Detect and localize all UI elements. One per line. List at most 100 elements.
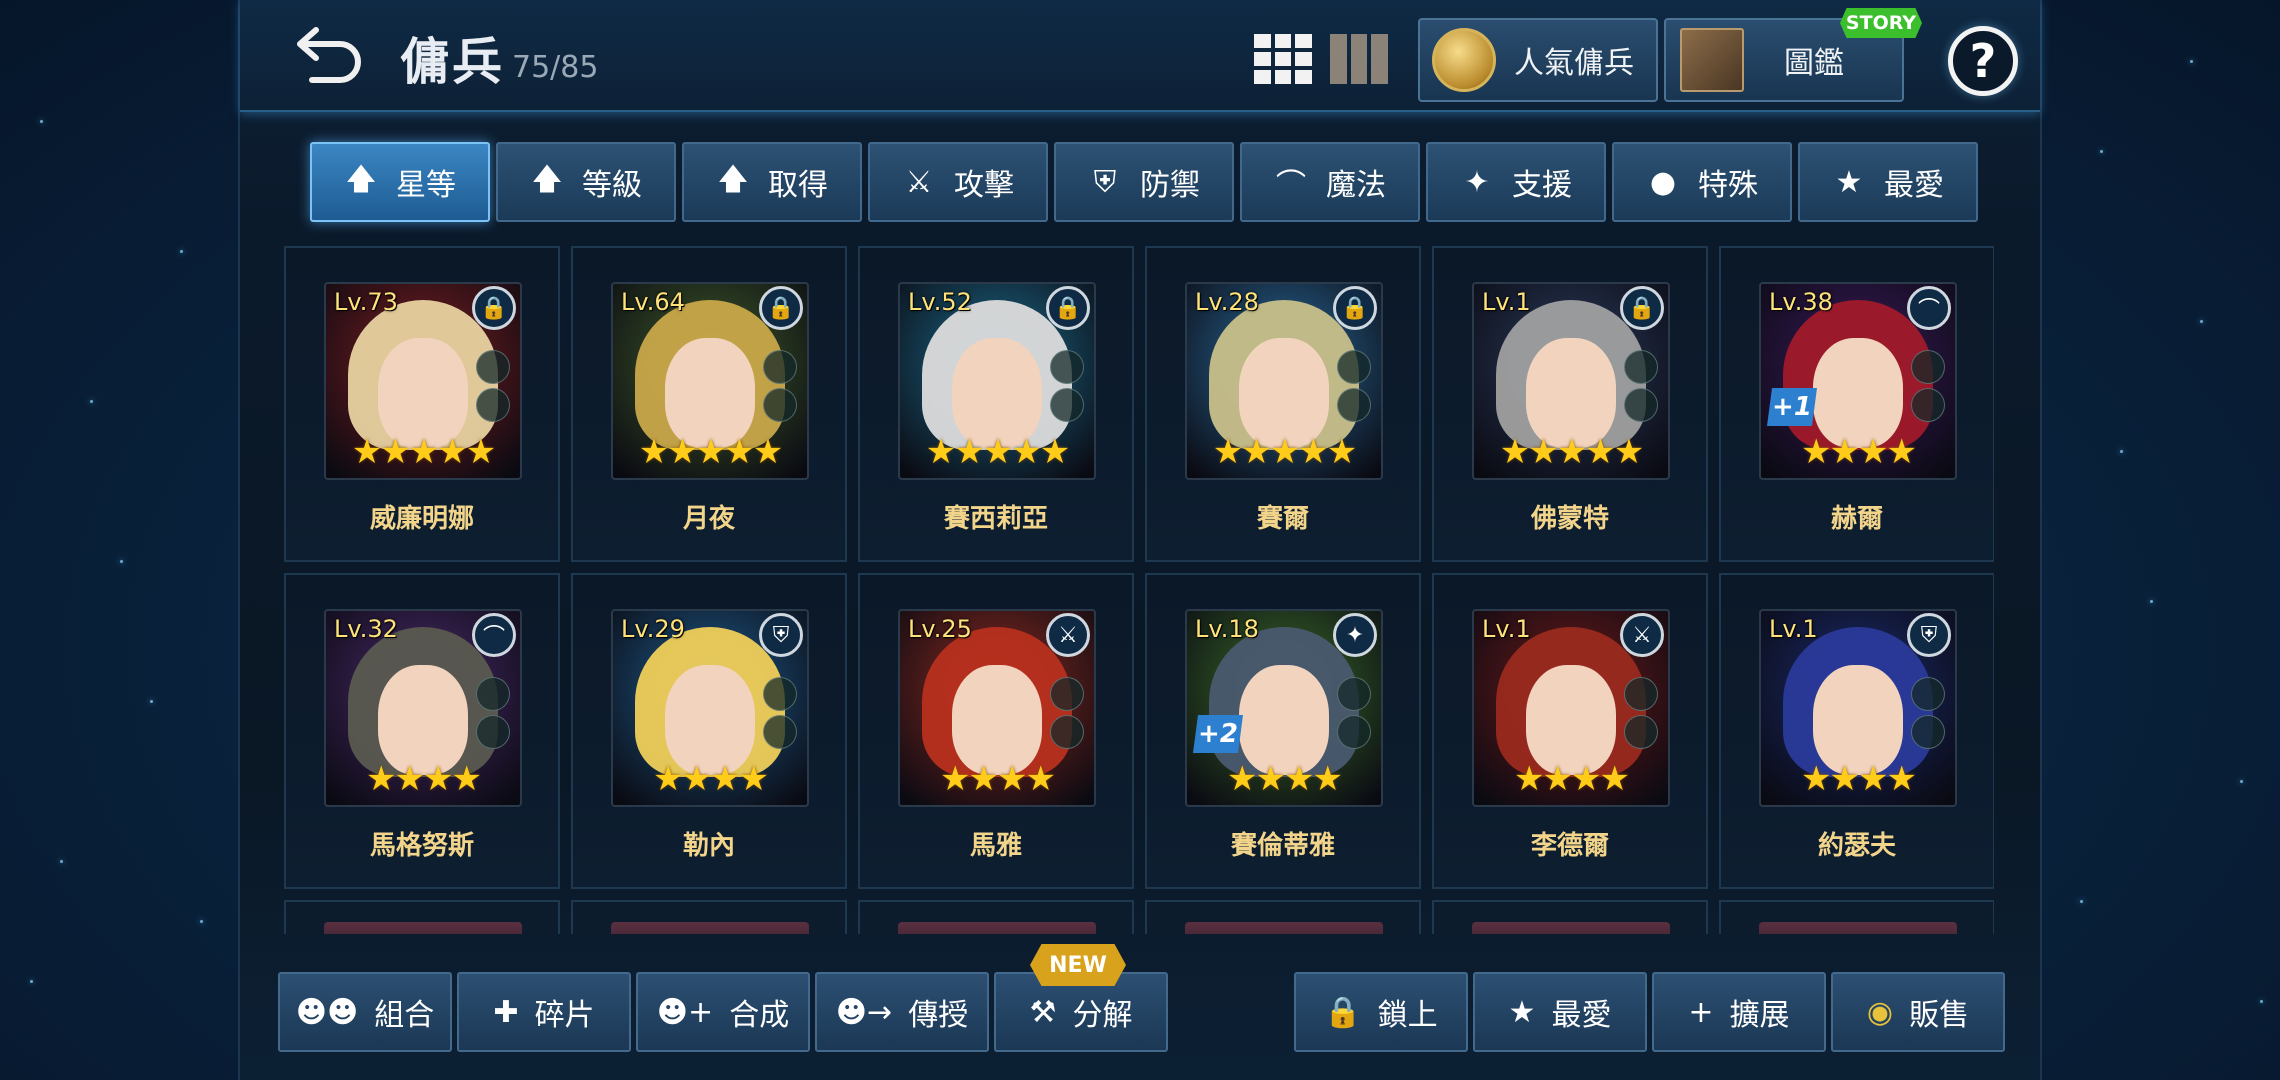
star-rating: ★★★★★ — [1212, 432, 1357, 472]
hero-card[interactable]: Lv.64 🔒 ★★★★★ 月夜 — [571, 246, 847, 562]
lock-icon[interactable]: 🔒 — [472, 286, 516, 330]
hero-card-partial[interactable] — [1719, 900, 1994, 934]
hero-card[interactable]: Lv.52 🔒 ★★★★★ 賽西莉亞 — [858, 246, 1134, 562]
back-arrow-icon[interactable] — [288, 22, 364, 86]
bottom-button-3[interactable]: ☻→ 傳授 — [815, 972, 989, 1052]
team-icon: ☻☻ — [295, 994, 359, 1030]
star-rating: ★★★★★ — [925, 432, 1070, 472]
encyclopedia-label: 圖鑑 — [1784, 46, 1844, 81]
plus-icon: + — [1688, 994, 1714, 1030]
book-icon — [1680, 28, 1744, 92]
enhance-badge: +1 — [1767, 388, 1817, 426]
hero-name: 赫爾 — [1830, 504, 1883, 534]
lock-icon[interactable]: 🔒 — [1333, 286, 1377, 330]
hero-card[interactable]: Lv.1 🔒 ★★★★★ 佛蒙特 — [1432, 246, 1708, 562]
filter-tab-0[interactable]: 🡅 星等 — [310, 142, 490, 222]
star-rating: ★★★★ — [653, 759, 769, 799]
hero-card-partial[interactable] — [1432, 900, 1708, 934]
equipment-slot — [1911, 715, 1945, 749]
hero-portrait-partial — [324, 922, 522, 934]
filter-label: 等級 — [582, 168, 642, 203]
bottom-button-1[interactable]: ✚ 碎片 — [457, 972, 631, 1052]
equipment-slot — [1624, 677, 1658, 711]
hero-level: Lv.64 — [621, 288, 685, 316]
star-sparkle — [2260, 1000, 2263, 1003]
hero-card-partial[interactable] — [1145, 900, 1421, 934]
lock-icon[interactable]: 🔒 — [1620, 286, 1664, 330]
lock-icon: 🔒 — [1324, 994, 1362, 1030]
bottom-button-label: 傳授 — [908, 998, 969, 1033]
new-badge: NEW — [1030, 944, 1126, 986]
hero-name: 威廉明娜 — [369, 504, 474, 534]
star-rating: ★★★★★ — [638, 432, 783, 472]
star-sparkle — [2080, 900, 2083, 903]
hero-portrait: Lv.38 ⌒ +1 ★★★★ — [1759, 282, 1957, 480]
bottom-right-button-3[interactable]: ◉ 販售 — [1831, 972, 2005, 1052]
equipment-slot — [1050, 677, 1084, 711]
bottom-right-button-2[interactable]: + 擴展 — [1652, 972, 1826, 1052]
defense-icon: ⛨ — [1907, 613, 1951, 657]
bottom-right-button-1[interactable]: ★ 最愛 — [1473, 972, 1647, 1052]
column-view-icon[interactable] — [1330, 34, 1388, 84]
hero-portrait: Lv.28 🔒 ★★★★★ — [1185, 282, 1383, 480]
attack-icon: ⚔ — [1046, 613, 1090, 657]
hero-name: 馬格努斯 — [369, 831, 474, 861]
hero-level: Lv.18 — [1195, 615, 1259, 643]
star-rating: ★★★★ — [940, 759, 1056, 799]
star-rating: ★★★★ — [1801, 432, 1917, 472]
equipment-slot — [1911, 388, 1945, 422]
bottom-button-0[interactable]: ☻☻ 組合 — [278, 972, 452, 1052]
hero-name: 馬雅 — [969, 831, 1022, 861]
help-button[interactable]: ? — [1948, 26, 2018, 96]
hero-card[interactable]: Lv.29 ⛨ ★★★★ 勒內 — [571, 573, 847, 889]
filter-tab-5[interactable]: ⌒ 魔法 — [1240, 142, 1420, 222]
filter-tab-4[interactable]: ⛨ 防禦 — [1054, 142, 1234, 222]
hero-portrait: Lv.73 🔒 ★★★★★ — [324, 282, 522, 480]
hero-card[interactable]: Lv.28 🔒 ★★★★★ 賽爾 — [1145, 246, 1421, 562]
hero-card[interactable]: Lv.38 ⌒ +1 ★★★★ 赫爾 — [1719, 246, 1994, 562]
bottom-right-button-0[interactable]: 🔒 鎖上 — [1294, 972, 1468, 1052]
hero-level: Lv.28 — [1195, 288, 1259, 316]
hero-level: Lv.32 — [334, 615, 398, 643]
filter-tab-7[interactable]: ● 特殊 — [1612, 142, 1792, 222]
star-sparkle — [2120, 450, 2123, 453]
equipment-slot — [476, 350, 510, 384]
bottom-button-2[interactable]: ☻+ 合成 — [636, 972, 810, 1052]
filter-tab-3[interactable]: ⚔ 攻擊 — [868, 142, 1048, 222]
hero-card[interactable]: Lv.73 🔒 ★★★★★ 威廉明娜 — [284, 246, 560, 562]
lock-icon[interactable]: 🔒 — [1046, 286, 1090, 330]
filter-tab-2[interactable]: 🡅 取得 — [682, 142, 862, 222]
hero-name: 勒內 — [682, 831, 735, 861]
equipment-slot — [476, 677, 510, 711]
hero-card-partial[interactable] — [284, 900, 560, 934]
hero-portrait: Lv.52 🔒 ★★★★★ — [898, 282, 1096, 480]
equipment-slot — [1337, 677, 1371, 711]
star-sparkle — [2150, 600, 2153, 603]
hero-card-partial[interactable] — [571, 900, 847, 934]
hero-card[interactable]: Lv.1 ⚔ ★★★★ 李德爾 — [1432, 573, 1708, 889]
star-icon: ★ — [1508, 994, 1536, 1030]
equipment-slot — [476, 715, 510, 749]
popular-mercenary-button[interactable]: 人氣傭兵 — [1418, 18, 1658, 102]
laurel-medal-icon — [1432, 28, 1496, 92]
filter-tab-8[interactable]: ★ 最愛 — [1798, 142, 1978, 222]
hammer-icon: ⚒ — [1029, 994, 1057, 1030]
grid-view-icon[interactable] — [1254, 34, 1312, 84]
filter-tab-6[interactable]: ✦ 支援 — [1426, 142, 1606, 222]
equipment-slot — [476, 388, 510, 422]
hero-card-partial[interactable] — [858, 900, 1134, 934]
star-sparkle — [40, 120, 43, 123]
hero-card[interactable]: Lv.32 ⌒ ★★★★ 馬格努斯 — [284, 573, 560, 889]
hero-card[interactable]: Lv.1 ⛨ ★★★★ 約瑟夫 — [1719, 573, 1994, 889]
star-sparkle — [200, 920, 203, 923]
hero-card[interactable]: Lv.25 ⚔ ★★★★ 馬雅 — [858, 573, 1134, 889]
lock-icon[interactable]: 🔒 — [759, 286, 803, 330]
equipment-slot — [1050, 388, 1084, 422]
filter-tab-1[interactable]: 🡅 等級 — [496, 142, 676, 222]
story-badge: STORY — [1840, 8, 1922, 38]
hero-card[interactable]: Lv.18 ✦ +2 ★★★★ 賽倫蒂雅 — [1145, 573, 1421, 889]
star-icon: ★ — [1835, 164, 1863, 200]
equipment-slot — [763, 350, 797, 384]
hero-portrait: Lv.64 🔒 ★★★★★ — [611, 282, 809, 480]
bottom-button-label: 販售 — [1909, 998, 1970, 1033]
